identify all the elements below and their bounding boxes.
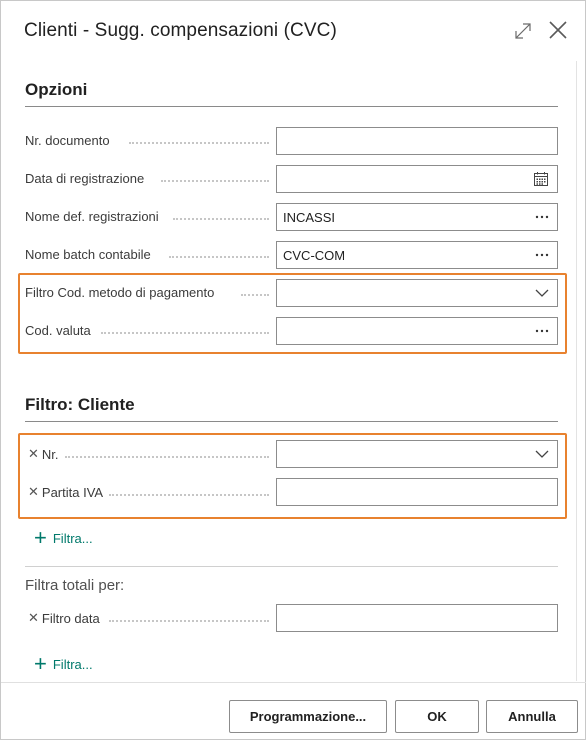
ellipsis-icon[interactable] [535,215,549,219]
vat-number-filter-input[interactable] [276,478,558,506]
document-no-input[interactable] [276,127,558,155]
field-label-document-no: Nr. documento [25,133,110,148]
field-label-customer-no: Nr. [41,446,59,462]
section-title-customer-filter: Filtro: Cliente [25,395,135,414]
schedule-button[interactable]: Programmazione... [229,700,387,733]
totals-filter-title: Filtra totali per: [25,577,125,594]
label-leader-dots [169,256,269,258]
section-divider [25,421,558,422]
filter-field-vat-number: ✕ Partita IVA [25,484,103,500]
close-icon[interactable] [546,18,570,42]
label-leader-dots [65,456,269,458]
filter-field-date-filter: ✕ Filtro data [25,610,100,626]
journal-template-input[interactable]: INCASSI [276,203,558,231]
label-leader-dots [161,180,269,182]
journal-batch-input[interactable]: CVC-COM [276,241,558,269]
label-leader-dots [241,294,269,296]
cancel-button[interactable]: Annulla [486,700,578,733]
label-leader-dots [129,142,269,144]
report-request-dialog: Clienti - Sugg. compensazioni (CVC) Opzi… [0,0,586,740]
dialog-title: Clienti - Sugg. compensazioni (CVC) [24,20,337,41]
date-filter-input[interactable] [276,604,558,632]
remove-filter-icon[interactable]: ✕ [28,446,39,462]
field-label-payment-method-filter: Filtro Cod. metodo di pagamento [25,285,215,300]
label-leader-dots [109,494,269,496]
add-filter-label: Filtra... [52,530,93,546]
journal-batch-value: CVC-COM [283,247,346,263]
ellipsis-icon[interactable] [535,253,549,257]
plus-icon: + [34,651,47,676]
posting-date-input[interactable] [276,165,558,193]
label-leader-dots [173,218,269,220]
chevron-down-icon[interactable] [535,289,549,297]
add-totals-filter-link[interactable]: + Filtra... [34,653,93,675]
scrollbar-track [576,61,577,681]
field-label-journal-template: Nome def. registrazioni [25,209,159,224]
filter-field-customer-no: ✕ Nr. [25,446,59,462]
section-title-options: Opzioni [25,80,88,99]
section-divider [25,106,558,107]
calendar-icon[interactable] [533,171,549,187]
ok-button[interactable]: OK [395,700,479,733]
section-divider [25,566,558,567]
expand-icon[interactable] [512,20,534,42]
journal-template-value: INCASSI [283,209,336,225]
field-label-posting-date: Data di registrazione [25,171,145,186]
add-customer-filter-link[interactable]: + Filtra... [34,527,93,549]
ellipsis-icon[interactable] [535,329,549,333]
footer-divider [1,682,586,683]
chevron-down-icon[interactable] [535,450,549,458]
payment-method-filter-select[interactable] [276,279,558,307]
label-leader-dots [109,620,269,622]
plus-icon: + [34,525,47,550]
currency-code-input[interactable] [276,317,558,345]
add-filter-label: Filtra... [52,656,93,672]
field-label-journal-batch: Nome batch contabile [25,247,151,262]
customer-no-filter-select[interactable] [276,440,558,468]
remove-filter-icon[interactable]: ✕ [28,484,39,500]
field-label-date-filter: Filtro data [41,610,100,626]
remove-filter-icon[interactable]: ✕ [28,610,39,626]
field-label-currency-code: Cod. valuta [25,323,91,338]
field-label-vat-number: Partita IVA [41,484,104,500]
label-leader-dots [101,332,269,334]
